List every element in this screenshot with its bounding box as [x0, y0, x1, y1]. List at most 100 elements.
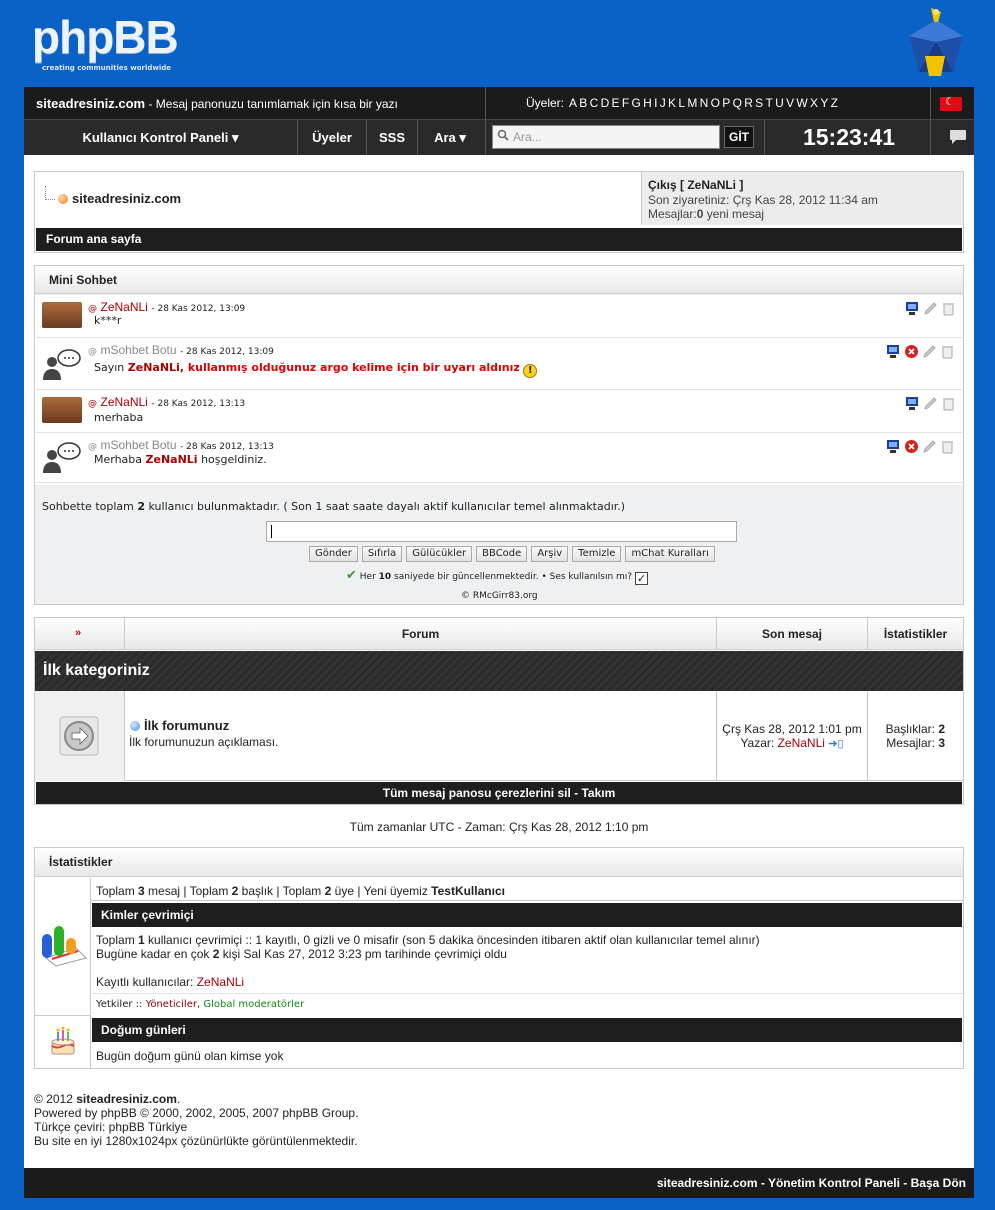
- faq-link[interactable]: SSS: [367, 120, 417, 155]
- chat-username[interactable]: mSohbet Botu: [101, 343, 177, 357]
- phpbb-logo[interactable]: phpBB creating communities worldwide: [32, 14, 192, 78]
- private-messages-link[interactable]: Mesajlar:0 yeni mesaj: [648, 207, 764, 221]
- alphabet-letter-link[interactable]: B: [579, 96, 587, 110]
- search-go-button[interactable]: GİT: [724, 126, 754, 148]
- alphabet-letter-link[interactable]: D: [601, 96, 610, 110]
- forum-bullet-icon: [58, 194, 68, 204]
- category-title[interactable]: İlk kategoriniz: [35, 651, 963, 691]
- chat-button[interactable]: Temizle: [572, 546, 622, 562]
- ban-icon[interactable]: [904, 439, 919, 454]
- forum-name-link[interactable]: İlk forumunuz: [144, 718, 229, 733]
- chat-copyright: © RMcGirr83.org: [461, 591, 538, 601]
- ip-icon[interactable]: [905, 301, 920, 316]
- stats-divider: [91, 993, 963, 994]
- chat-username[interactable]: ZeNaNLi: [101, 395, 148, 409]
- alphabet-letter-link[interactable]: G: [632, 96, 641, 110]
- stats-title: İstatistikler: [35, 848, 963, 877]
- moderators-link[interactable]: Global moderatörler: [203, 999, 304, 1010]
- search-menu[interactable]: Ara ▾: [418, 120, 482, 155]
- alphabet-letter-link[interactable]: Q: [733, 96, 742, 110]
- breadcrumb-site-link[interactable]: siteadresiniz.com: [72, 191, 181, 206]
- author-link[interactable]: ZeNaNLi: [778, 736, 825, 750]
- chat-time: - 28 Kas 2012, 13:09: [180, 347, 274, 357]
- edit-icon[interactable]: [923, 396, 938, 411]
- goto-last-post-icon[interactable]: ➔▯: [828, 738, 843, 750]
- chat-button[interactable]: Gülücükler: [406, 546, 473, 562]
- chat-button[interactable]: mChat Kuralları: [625, 546, 715, 562]
- sound-checkbox[interactable]: ✓: [634, 572, 648, 585]
- copyright-site[interactable]: siteadresiniz.com: [76, 1092, 177, 1106]
- powered-by[interactable]: Powered by phpBB © 2000, 2002, 2005, 200…: [34, 1106, 358, 1120]
- chat-stats-count: 2: [137, 500, 146, 513]
- delete-icon[interactable]: [941, 301, 956, 316]
- alphabet-letter-link[interactable]: V: [786, 96, 794, 110]
- chat-button[interactable]: BBCode: [476, 546, 528, 562]
- edit-icon[interactable]: [923, 301, 938, 316]
- alphabet-letter-link[interactable]: U: [775, 96, 784, 110]
- chat-text: merhaba: [94, 411, 144, 424]
- chat-mention[interactable]: ZeNaNLi: [128, 361, 180, 374]
- logout-link[interactable]: Çıkış [ ZeNaNLi ]: [648, 178, 743, 192]
- ucp-menu[interactable]: Kullanıcı Kontrol Paneli ▾: [24, 120, 297, 155]
- alphabet-letter-link[interactable]: S: [755, 96, 763, 110]
- edit-icon[interactable]: [922, 439, 937, 454]
- chat-button[interactable]: Sıfırla: [361, 546, 403, 562]
- ip-icon[interactable]: [886, 344, 901, 359]
- forum-read-icon[interactable]: [59, 716, 99, 756]
- alphabet-letter-link[interactable]: Z: [831, 96, 838, 110]
- alphabet-letter-link[interactable]: I: [654, 96, 657, 110]
- newest-member-link[interactable]: TestKullanıcı: [431, 884, 505, 898]
- alphabet-letter-link[interactable]: F: [622, 96, 629, 110]
- alphabet-letter-link[interactable]: P: [722, 96, 730, 110]
- chat-username[interactable]: mSohbet Botu: [101, 438, 177, 452]
- delete-icon[interactable]: [940, 439, 955, 454]
- chat-username[interactable]: ZeNaNLi: [101, 300, 148, 314]
- footer-links[interactable]: Tüm mesaj panosu çerezlerini sil - Takım: [36, 782, 962, 804]
- bottom-links[interactable]: siteadresiniz.com - Yönetim Kontrol Pane…: [657, 1176, 966, 1190]
- ip-icon[interactable]: [886, 439, 901, 454]
- chat-message-input[interactable]: [266, 521, 737, 542]
- alphabet-letter-link[interactable]: X: [810, 96, 818, 110]
- delete-icon[interactable]: [940, 344, 955, 359]
- alphabet-letter-link[interactable]: W: [796, 96, 807, 110]
- admins-link[interactable]: Yöneticiler: [146, 999, 197, 1010]
- alphabet-letter-link[interactable]: L: [678, 96, 685, 110]
- alphabet-letter-link[interactable]: T: [765, 96, 772, 110]
- chat-button[interactable]: Gönder: [309, 546, 358, 562]
- turkish-flag-icon[interactable]: [940, 95, 962, 111]
- online-title[interactable]: Kimler çevrimiçi: [92, 903, 962, 927]
- search-input[interactable]: Ara...: [492, 125, 720, 149]
- chat-text: Merhaba ZeNaNLi hoşgeldiniz.: [94, 453, 267, 466]
- alphabet-letter-link[interactable]: N: [700, 96, 709, 110]
- chat-button[interactable]: Arşiv: [531, 546, 569, 562]
- alphabet-letter-link[interactable]: M: [687, 96, 697, 110]
- delete-icon[interactable]: [941, 396, 956, 411]
- member-alphabet: Üyeler: ABCDEFGHIJKLMNOPQRSTUVWXYZ: [526, 96, 843, 110]
- alphabet-letter-link[interactable]: H: [643, 96, 652, 110]
- translation-credit[interactable]: Türkçe çeviri: phpBB Türkiye: [34, 1120, 358, 1134]
- ip-icon[interactable]: [905, 396, 920, 411]
- resolution-note: Bu site en iyi 1280x1024px çözünürlükte …: [34, 1134, 358, 1148]
- forum-index-link[interactable]: Forum ana sayfa: [36, 228, 962, 251]
- alphabet-letter-link[interactable]: R: [744, 96, 753, 110]
- alphabet-letter-link[interactable]: J: [660, 96, 666, 110]
- alphabet-letter-link[interactable]: A: [569, 96, 577, 110]
- edit-icon[interactable]: [922, 344, 937, 359]
- members-link[interactable]: Üyeler: [298, 120, 366, 155]
- alphabet-letter-link[interactable]: O: [711, 96, 720, 110]
- chat-mention[interactable]: ZeNaNLi: [146, 453, 198, 466]
- mini-chat: Mini Sohbet @ ZeNaNLi - 28 Kas 2012, 13:…: [34, 265, 964, 605]
- refresh-count: 10: [378, 572, 392, 582]
- alphabet-letter-link[interactable]: C: [590, 96, 599, 110]
- site-name-link[interactable]: siteadresiniz.com: [36, 96, 145, 111]
- registered-user-link[interactable]: ZeNaNLi: [197, 975, 244, 989]
- at-icon: @: [88, 304, 97, 314]
- chat-bubble-icon[interactable]: [949, 129, 967, 145]
- alphabet-letter-link[interactable]: K: [668, 96, 676, 110]
- ban-icon[interactable]: [904, 344, 919, 359]
- alphabet-letter-link[interactable]: E: [612, 96, 620, 110]
- chat-stats: Sohbette toplam 2 kullanıcı bulunmaktadı…: [42, 500, 625, 513]
- legend-label: Yetkiler ::: [96, 999, 146, 1010]
- bar-divider: [930, 87, 931, 120]
- alphabet-letter-link[interactable]: Y: [820, 96, 828, 110]
